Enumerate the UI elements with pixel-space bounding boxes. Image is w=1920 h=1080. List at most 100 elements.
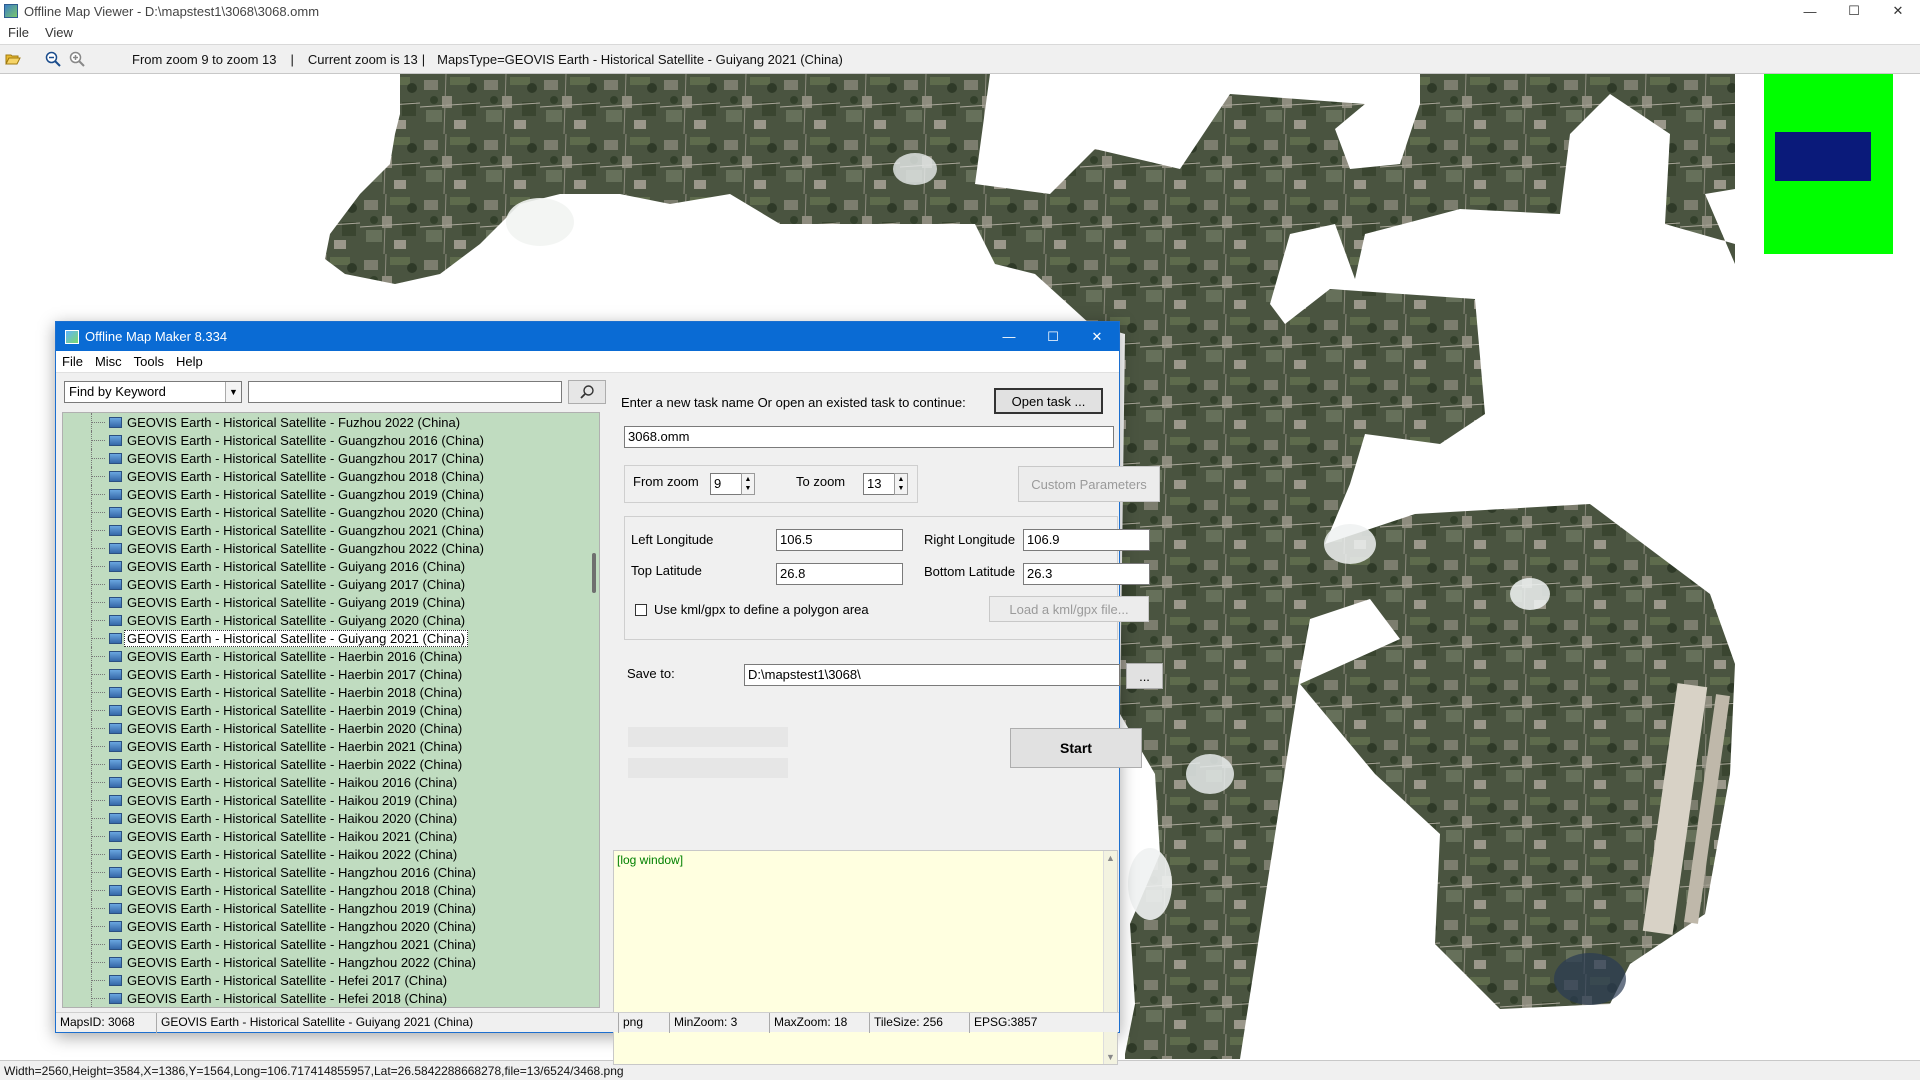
- tree-item[interactable]: GEOVIS Earth - Historical Satellite - Ha…: [63, 953, 599, 971]
- maximize-button[interactable]: ☐: [1031, 322, 1075, 351]
- menu-file[interactable]: File: [0, 25, 37, 40]
- keyword-input[interactable]: [248, 381, 562, 403]
- tree-item[interactable]: GEOVIS Earth - Historical Satellite - Ha…: [63, 755, 599, 773]
- map-tile-icon: [109, 452, 122, 464]
- scroll-up-icon[interactable]: ▲: [1106, 853, 1115, 863]
- tree-item[interactable]: GEOVIS Earth - Historical Satellite - Gu…: [63, 593, 599, 611]
- tree-item[interactable]: GEOVIS Earth - Historical Satellite - Ha…: [63, 809, 599, 827]
- viewer-window-controls: — ☐ ✕: [1788, 0, 1920, 22]
- map-tile-icon: [109, 776, 122, 788]
- from-zoom-spinner[interactable]: ▲ ▼: [741, 473, 755, 495]
- folder-open-icon[interactable]: [2, 48, 24, 70]
- log-text: [log window]: [617, 853, 684, 867]
- log-scrollbar[interactable]: ▲ ▼: [1103, 851, 1117, 1064]
- tree-item[interactable]: GEOVIS Earth - Historical Satellite - Gu…: [63, 467, 599, 485]
- map-tile-icon: [109, 830, 122, 842]
- tree-item[interactable]: GEOVIS Earth - Historical Satellite - Ha…: [63, 647, 599, 665]
- tree-item[interactable]: GEOVIS Earth - Historical Satellite - Gu…: [63, 449, 599, 467]
- menu-misc[interactable]: Misc: [89, 354, 128, 369]
- tree-item[interactable]: GEOVIS Earth - Historical Satellite - Ha…: [63, 719, 599, 737]
- map-tile-icon: [109, 794, 122, 806]
- minimize-button[interactable]: —: [987, 322, 1031, 351]
- tree-item[interactable]: GEOVIS Earth - Historical Satellite - Gu…: [63, 611, 599, 629]
- menu-help[interactable]: Help: [170, 354, 209, 369]
- top-latitude-label: Top Latitude: [631, 563, 702, 578]
- kml-checkbox[interactable]: [635, 604, 647, 616]
- tree-item-label: GEOVIS Earth - Historical Satellite - Ha…: [127, 774, 458, 790]
- map-tile-icon: [109, 740, 122, 752]
- bottom-latitude-input[interactable]: 26.3: [1023, 563, 1150, 585]
- tree-item[interactable]: GEOVIS Earth - Historical Satellite - Ha…: [63, 863, 599, 881]
- tree-item[interactable]: GEOVIS Earth - Historical Satellite - Gu…: [63, 485, 599, 503]
- tree-item-label: GEOVIS Earth - Historical Satellite - Gu…: [127, 432, 484, 448]
- scroll-down-icon[interactable]: ▼: [1106, 1052, 1115, 1062]
- browse-button[interactable]: ...: [1126, 663, 1163, 689]
- bottom-latitude-label: Bottom Latitude: [924, 564, 1016, 579]
- map-tile-icon: [109, 542, 122, 554]
- to-zoom-input[interactable]: 13: [863, 473, 895, 495]
- zoom-range-text: From zoom 9 to zoom 13: [132, 51, 277, 67]
- map-list-panel: Find by Keyword ▼ GEOVIS Earth - Histori…: [62, 378, 606, 1008]
- maker-titlebar[interactable]: Offline Map Maker 8.334 — ☐ ✕: [56, 322, 1119, 351]
- start-button[interactable]: Start: [1010, 728, 1142, 768]
- menu-view[interactable]: View: [37, 25, 81, 40]
- maximize-button[interactable]: ☐: [1832, 0, 1876, 22]
- tree-item[interactable]: GEOVIS Earth - Historical Satellite - Ha…: [63, 737, 599, 755]
- tree-item[interactable]: GEOVIS Earth - Historical Satellite - Ha…: [63, 791, 599, 809]
- map-tile-icon: [109, 812, 122, 824]
- tree-item[interactable]: GEOVIS Earth - Historical Satellite - Ha…: [63, 881, 599, 899]
- tree-scrollbar[interactable]: [592, 553, 596, 593]
- tree-item[interactable]: GEOVIS Earth - Historical Satellite - He…: [63, 989, 599, 1007]
- tree-item[interactable]: GEOVIS Earth - Historical Satellite - Gu…: [63, 539, 599, 557]
- map-tree[interactable]: GEOVIS Earth - Historical Satellite - Fu…: [62, 412, 600, 1008]
- tree-item[interactable]: GEOVIS Earth - Historical Satellite - Gu…: [63, 431, 599, 449]
- tree-item[interactable]: GEOVIS Earth - Historical Satellite - Ha…: [63, 773, 599, 791]
- zoom-out-icon[interactable]: [42, 48, 64, 70]
- tile-size: TileSize: 256: [870, 1013, 970, 1033]
- to-zoom-spinner[interactable]: ▲ ▼: [894, 473, 908, 495]
- map-tile-icon: [109, 650, 122, 662]
- save-path-input[interactable]: D:\mapstest1\3068\: [744, 664, 1120, 686]
- search-button[interactable]: [568, 380, 606, 404]
- tree-item[interactable]: GEOVIS Earth - Historical Satellite - Gu…: [63, 575, 599, 593]
- epsg-code: EPSG:3857: [974, 1015, 1038, 1029]
- map-tile-icon: [109, 614, 122, 626]
- tree-item[interactable]: GEOVIS Earth - Historical Satellite - Ha…: [63, 917, 599, 935]
- left-longitude-input[interactable]: 106.5: [776, 529, 903, 551]
- tree-item[interactable]: GEOVIS Earth - Historical Satellite - Gu…: [63, 629, 599, 647]
- open-task-button[interactable]: Open task ...: [994, 388, 1103, 414]
- tree-item[interactable]: GEOVIS Earth - Historical Satellite - Ha…: [63, 845, 599, 863]
- close-button[interactable]: ✕: [1876, 0, 1920, 22]
- tree-item[interactable]: GEOVIS Earth - Historical Satellite - Ha…: [63, 665, 599, 683]
- tree-item[interactable]: GEOVIS Earth - Historical Satellite - Gu…: [63, 503, 599, 521]
- menu-tools[interactable]: Tools: [128, 354, 170, 369]
- from-zoom-input[interactable]: 9: [710, 473, 742, 495]
- top-latitude-input[interactable]: 26.8: [776, 563, 903, 585]
- map-tile-icon: [109, 974, 122, 986]
- tree-item-label: GEOVIS Earth - Historical Satellite - Ha…: [127, 720, 463, 736]
- maps-id: MapsID: 3068: [56, 1013, 157, 1033]
- tree-item[interactable]: GEOVIS Earth - Historical Satellite - Ha…: [63, 683, 599, 701]
- menu-file[interactable]: File: [56, 354, 89, 369]
- chevron-down-icon[interactable]: ▼: [225, 382, 241, 402]
- close-button[interactable]: ✕: [1075, 322, 1119, 351]
- load-kml-button[interactable]: Load a kml/gpx file...: [989, 596, 1149, 622]
- minimize-button[interactable]: —: [1788, 0, 1832, 22]
- tree-item[interactable]: GEOVIS Earth - Historical Satellite - He…: [63, 971, 599, 989]
- map-tile-icon: [109, 938, 122, 950]
- zoom-in-icon[interactable]: [66, 48, 88, 70]
- tree-item[interactable]: GEOVIS Earth - Historical Satellite - Ha…: [63, 935, 599, 953]
- tree-item[interactable]: GEOVIS Earth - Historical Satellite - Ha…: [63, 701, 599, 719]
- tree-item[interactable]: GEOVIS Earth - Historical Satellite - Gu…: [63, 521, 599, 539]
- right-longitude-input[interactable]: 106.9: [1023, 529, 1150, 551]
- tree-item[interactable]: GEOVIS Earth - Historical Satellite - Gu…: [63, 557, 599, 575]
- tree-item[interactable]: GEOVIS Earth - Historical Satellite - Ha…: [63, 827, 599, 845]
- search-mode-select[interactable]: Find by Keyword ▼: [64, 381, 242, 403]
- tree-item[interactable]: GEOVIS Earth - Historical Satellite - Fu…: [63, 413, 599, 431]
- task-name-input[interactable]: 3068.omm: [624, 426, 1114, 448]
- custom-parameters-button[interactable]: Custom Parameters: [1018, 466, 1160, 502]
- tree-item-label: GEOVIS Earth - Historical Satellite - He…: [127, 990, 448, 1006]
- tree-item[interactable]: GEOVIS Earth - Historical Satellite - Ha…: [63, 899, 599, 917]
- map-tile-icon: [109, 758, 122, 770]
- tree-item-label: GEOVIS Earth - Historical Satellite - Gu…: [127, 486, 484, 502]
